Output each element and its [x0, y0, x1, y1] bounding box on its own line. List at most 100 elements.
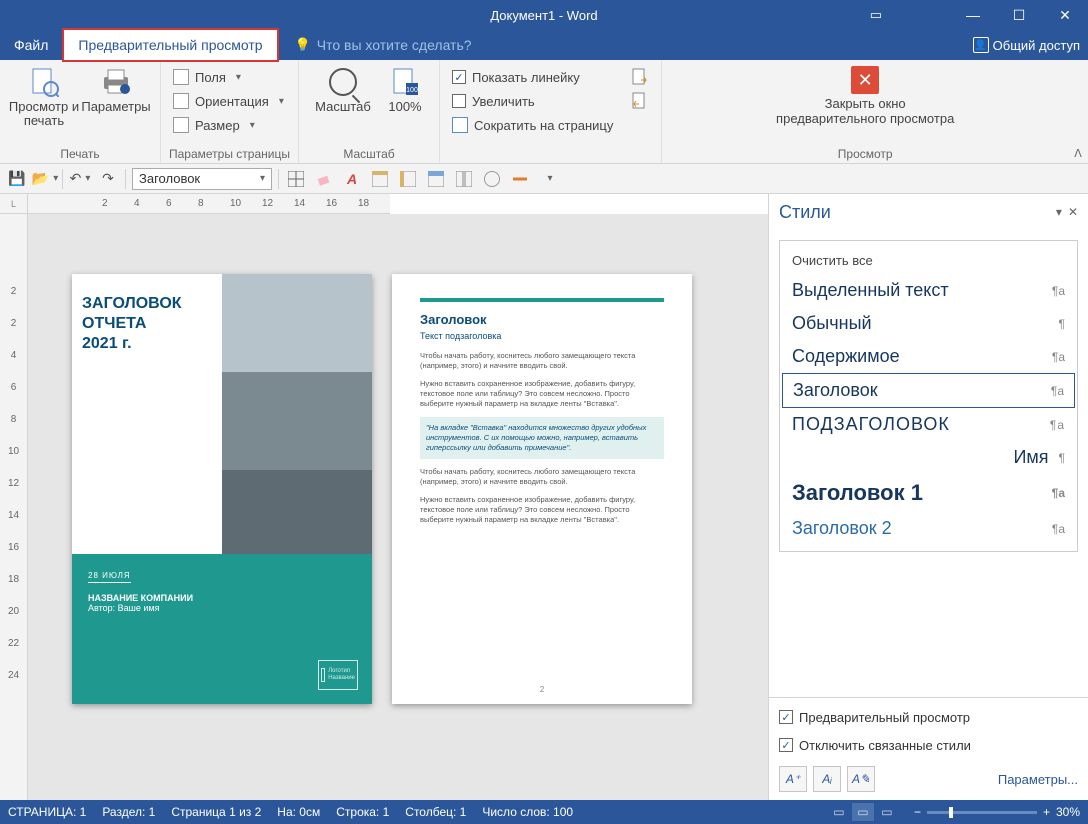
print-preview-button[interactable]: Просмотр и печать	[8, 64, 80, 128]
ribbon-display-options-icon[interactable]: ▭	[870, 7, 882, 23]
status-line[interactable]: Строка: 1	[336, 805, 389, 819]
window-title: Документ1 - Word	[0, 8, 1088, 23]
style-title[interactable]: Заголовок¶a	[782, 373, 1075, 408]
prev-page-button[interactable]	[631, 90, 649, 112]
shape-circle-icon[interactable]	[481, 168, 503, 190]
styles-params-link[interactable]: Параметры...	[998, 772, 1078, 787]
title-bar: Документ1 - Word ▭ — ☐ ✕	[0, 0, 1088, 30]
line-icon[interactable]	[509, 168, 531, 190]
style-heading2[interactable]: Заголовок 2¶a	[782, 512, 1075, 545]
insert-rows-icon[interactable]	[369, 168, 391, 190]
p2-callout: "На вкладке "Вставка" находится множеств…	[420, 417, 664, 459]
status-page[interactable]: СТРАНИЦА: 1	[8, 805, 86, 819]
close-preview-button[interactable]: ✕ Закрыть окно предварительного просмотр…	[755, 64, 975, 126]
status-words[interactable]: Число слов: 100	[482, 805, 573, 819]
style-heading1[interactable]: Заголовок 1¶a	[782, 474, 1075, 512]
manage-styles-button[interactable]: A✎	[847, 766, 875, 792]
style-clear-all[interactable]: Очистить все	[782, 247, 1075, 274]
undo-button[interactable]: ↶▾	[69, 168, 91, 190]
status-col[interactable]: Столбец: 1	[405, 805, 466, 819]
style-normal[interactable]: Обычный¶	[782, 307, 1075, 340]
style-dropdown[interactable]: Заголовок▾	[132, 168, 272, 190]
style-inspector-button[interactable]: Aᵢ	[813, 766, 841, 792]
zoom-button[interactable]: Масштаб	[307, 64, 379, 114]
zoom-value[interactable]: 30%	[1056, 805, 1080, 819]
company-name: НАЗВАНИЕ КОМПАНИИ	[88, 593, 356, 603]
shrink-to-page-button[interactable]: Сократить на страницу	[452, 114, 613, 136]
ribbon-group-page-setup: Поля▾ Ориентация▾ Размер▾ Параметры стра…	[161, 60, 299, 163]
page-1: ЗАГОЛОВОК ОТЧЕТА 2021 г. 28 ИЮЛЯ НАЗВАНИ…	[72, 274, 372, 704]
redo-button[interactable]: ↷	[97, 168, 119, 190]
status-page-of[interactable]: Страница 1 из 2	[171, 805, 261, 819]
table-style-icon[interactable]	[425, 168, 447, 190]
style-highlighted[interactable]: Выделенный текст¶a	[782, 274, 1075, 307]
disable-linked-checkbox[interactable]: ✓Отключить связанные стили	[779, 734, 1078, 756]
pane-close-button[interactable]: ✕	[1068, 205, 1078, 219]
show-ruler-checkbox[interactable]: ✓Показать линейку	[452, 66, 613, 88]
minimize-button[interactable]: —	[950, 0, 996, 30]
ribbon-group-zoom: Масштаб 100 100% Масштаб	[299, 60, 440, 163]
document-canvas[interactable]: ЗАГОЛОВОК ОТЧЕТА 2021 г. 28 ИЮЛЯ НАЗВАНИ…	[28, 214, 768, 800]
orientation-button[interactable]: Ориентация▾	[173, 90, 284, 112]
p2-heading: Заголовок	[420, 312, 664, 327]
status-bar: СТРАНИЦА: 1 Раздел: 1 Страница 1 из 2 На…	[0, 800, 1088, 824]
share-button[interactable]: 👤 Общий доступ	[973, 37, 1080, 53]
ribbon-group-view-options: ✓Показать линейку Увеличить Сократить на…	[440, 60, 662, 163]
view-print-button[interactable]: ▭	[852, 803, 874, 821]
report-title-line3: 2021 г.	[82, 334, 212, 354]
page-2: Заголовок Текст подзаголовка Чтобы начат…	[392, 274, 692, 704]
workspace: L 24 68 1012 1416 18 22 46 810 1214 1618…	[0, 194, 1088, 800]
ribbon: Просмотр и печать Параметры Печать Поля▾…	[0, 60, 1088, 164]
status-pos[interactable]: На: 0см	[277, 805, 320, 819]
view-web-button[interactable]: ▭	[876, 803, 898, 821]
split-icon[interactable]	[453, 168, 475, 190]
collapse-ribbon-button[interactable]: ᐱ	[1068, 60, 1088, 163]
cover-image	[222, 274, 372, 554]
preview-checkbox[interactable]: ✓Предварительный просмотр	[779, 706, 1078, 728]
open-button[interactable]: 📂▾	[34, 168, 56, 190]
fields-button[interactable]: Поля▾	[173, 66, 284, 88]
zoom-in-button[interactable]: +	[1043, 805, 1050, 819]
author-name: Автор: Ваше имя	[88, 603, 356, 613]
quick-access-toolbar: 💾 📂▾ ↶▾ ↷ Заголовок▾ A ▾	[0, 164, 1088, 194]
insert-cols-icon[interactable]	[397, 168, 419, 190]
report-title-line1: ЗАГОЛОВОК	[82, 294, 212, 314]
ruler-corner: L	[0, 194, 28, 214]
close-button[interactable]: ✕	[1042, 0, 1088, 30]
eraser-icon[interactable]	[313, 168, 335, 190]
maximize-button[interactable]: ☐	[996, 0, 1042, 30]
new-style-button[interactable]: A⁺	[779, 766, 807, 792]
style-content[interactable]: Содержимое¶a	[782, 340, 1075, 373]
view-read-button[interactable]: ▭	[828, 803, 850, 821]
save-button[interactable]: 💾	[6, 168, 28, 190]
zoom-out-button[interactable]: −	[914, 805, 921, 819]
magnify-checkbox[interactable]: Увеличить	[452, 90, 613, 112]
next-page-button[interactable]	[631, 66, 649, 88]
p2-sub: Текст подзаголовка	[420, 331, 664, 341]
status-section[interactable]: Раздел: 1	[102, 805, 155, 819]
logo-placeholder: ЛоготипНазвание	[318, 660, 358, 690]
tab-print-preview[interactable]: Предварительный просмотр	[62, 28, 278, 62]
style-subtitle[interactable]: ПОДЗАГОЛОВОК¶a	[782, 408, 1075, 441]
table-icon[interactable]	[285, 168, 307, 190]
zoom-100-button[interactable]: 100 100%	[379, 64, 431, 114]
pane-options-button[interactable]: ▾	[1056, 205, 1062, 219]
close-icon: ✕	[851, 66, 879, 94]
svg-text:100: 100	[406, 87, 418, 94]
size-button[interactable]: Размер▾	[173, 114, 284, 136]
vertical-ruler[interactable]: 22 46 810 1214 1618 2022 24	[0, 214, 28, 800]
person-icon: 👤	[973, 37, 989, 53]
print-params-button[interactable]: Параметры	[80, 64, 152, 114]
horizontal-ruler[interactable]: 24 68 1012 1416 18	[28, 194, 390, 214]
clear-format-icon[interactable]: A	[341, 168, 363, 190]
qat-customize[interactable]: ▾	[537, 168, 559, 190]
ribbon-group-preview: ✕ Закрыть окно предварительного просмотр…	[662, 60, 1068, 163]
styles-pane: Стили ▾✕ Очистить все Выделенный текст¶a…	[768, 194, 1088, 800]
tab-file[interactable]: Файл	[0, 30, 62, 60]
tell-me-search[interactable]: 💡 Что вы хотите сделать?	[295, 37, 472, 53]
bulb-icon: 💡	[295, 37, 311, 53]
style-name[interactable]: Имя¶	[782, 441, 1075, 474]
report-title-line2: ОТЧЕТА	[82, 314, 212, 334]
zoom-slider[interactable]: − + 30%	[914, 805, 1080, 819]
report-date: 28 ИЮЛЯ	[88, 571, 131, 583]
